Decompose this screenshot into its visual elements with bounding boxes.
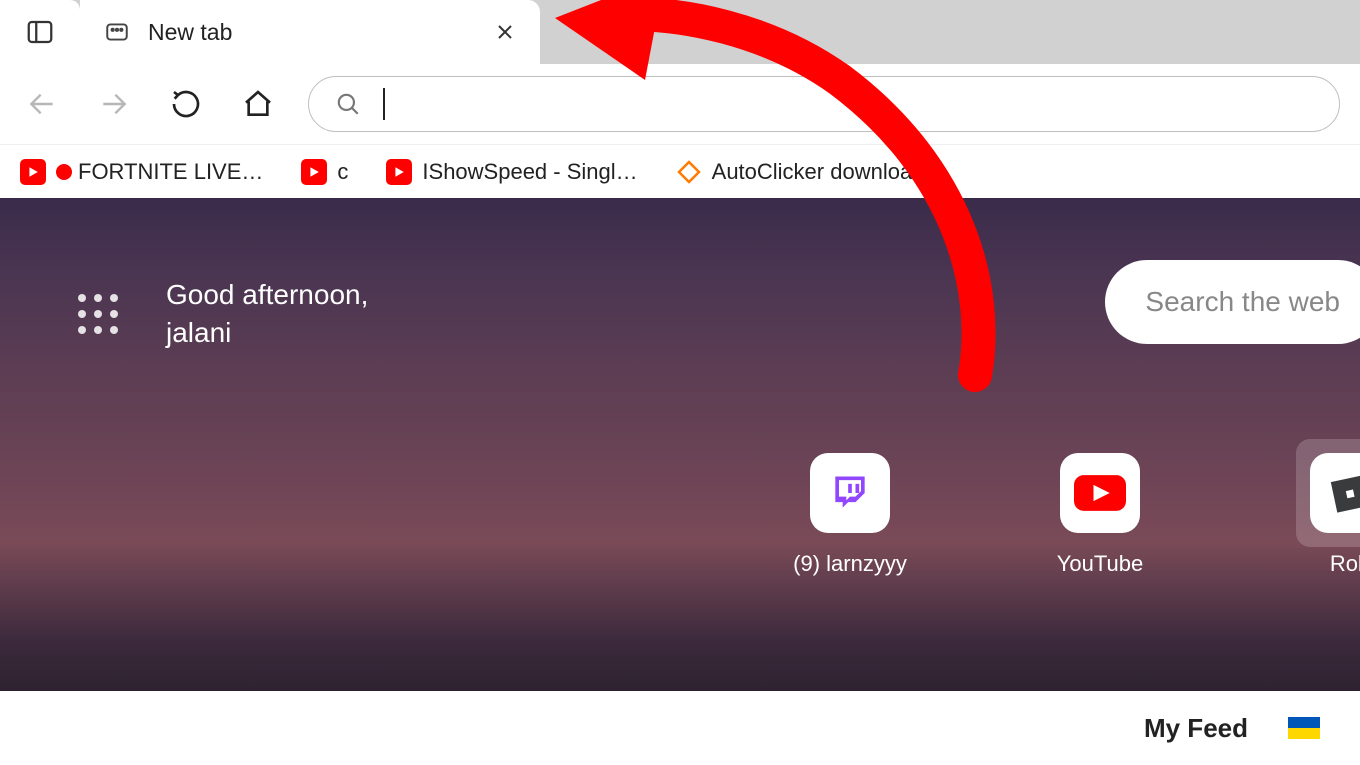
greeting-line2: jalani [166,314,368,352]
refresh-button[interactable] [164,82,208,126]
youtube-favicon-icon [386,159,412,185]
tab-sidebar-button[interactable] [0,0,80,64]
youtube-icon [1074,473,1126,513]
roblox-tile [1310,453,1360,533]
my-feed-link[interactable]: My Feed [1144,713,1248,744]
tab-close-button[interactable] [490,17,520,47]
flag-icon[interactable] [1288,714,1320,742]
bookmark-label: AutoClicker download… [712,159,947,185]
browser-toolbar [0,64,1360,144]
greeting-text: Good afternoon, jalani [166,276,368,352]
feed-bar: My Feed [0,691,1360,765]
back-button[interactable] [20,82,64,126]
bookmark-label: FORTNITE LIVE… [78,159,263,185]
youtube-favicon-icon [20,159,46,185]
bookmark-ishowspeed[interactable]: IShowSpeed - Singl… [378,153,645,191]
search-the-web-input[interactable]: Search the web [1105,260,1360,344]
twitch-icon [828,471,872,515]
quick-link-roblox[interactable]: Rob [1290,453,1360,577]
quick-link-label: (9) larnzyyy [793,551,907,577]
arrow-left-icon [26,88,58,120]
browser-tab[interactable]: New tab [80,0,540,64]
bookmark-fortnite-live[interactable]: FORTNITE LIVE… [12,153,271,191]
roblox-icon [1328,471,1360,515]
bookmark-label: c [337,159,348,185]
live-dot-icon [56,164,72,180]
close-icon [495,22,515,42]
forward-button[interactable] [92,82,136,126]
autoclicker-favicon-icon [676,159,702,185]
quick-link-label: YouTube [1057,551,1143,577]
youtube-tile [1060,453,1140,533]
arrow-right-icon [98,88,130,120]
bookmark-c[interactable]: c [293,153,356,191]
quick-link-twitch[interactable]: (9) larnzyyy [790,453,910,577]
bookmark-autoclicker[interactable]: AutoClicker download… [668,153,955,191]
quick-link-label: Rob [1330,551,1360,577]
panel-icon [25,17,55,47]
new-tab-content: Good afternoon, jalani Search the web (9… [0,198,1360,691]
bookmarks-bar: FORTNITE LIVE… c IShowSpeed - Singl… Aut… [0,144,1360,198]
title-bar: New tab [0,0,1360,64]
quick-links-row: (9) larnzyyy YouTube [790,453,1360,577]
text-caret [383,88,385,120]
search-placeholder: Search the web [1145,286,1340,318]
greeting-line1: Good afternoon, [166,276,368,314]
tab-title: New tab [148,19,472,46]
page-settings-button[interactable] [78,294,118,334]
youtube-favicon-icon [301,159,327,185]
new-tab-icon [104,19,130,45]
address-bar[interactable] [308,76,1340,132]
search-icon [335,91,361,117]
twitch-tile [810,453,890,533]
home-button[interactable] [236,82,280,126]
quick-link-youtube[interactable]: YouTube [1040,453,1160,577]
refresh-icon [170,88,202,120]
home-icon [242,88,274,120]
bookmark-label: IShowSpeed - Singl… [422,159,637,185]
